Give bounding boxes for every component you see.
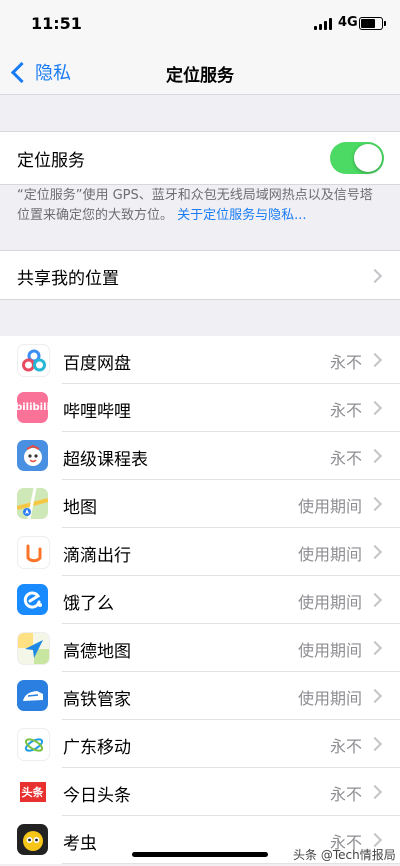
china-mobile-icon xyxy=(17,728,50,761)
list-item[interactable]: 头条 今日头条 永不 xyxy=(0,768,400,816)
app-location-status: 永不 xyxy=(329,449,362,468)
watermark: 头条 @Tech情报局 xyxy=(293,848,396,862)
app-name: 考虫 xyxy=(63,834,97,854)
app-location-status: 永不 xyxy=(329,353,362,372)
app-location-status: 使用期间 xyxy=(297,497,362,516)
app-location-status: 使用期间 xyxy=(297,641,362,660)
toutiao-logo-text: 头条 xyxy=(19,781,46,802)
app-location-status: 使用期间 xyxy=(297,689,362,708)
amap-icon xyxy=(17,632,50,665)
app-name: 高德地图 xyxy=(63,642,131,662)
status-time: 11:51 xyxy=(31,14,82,33)
maps-icon xyxy=(17,488,48,519)
chevron-right-icon xyxy=(367,448,383,464)
app-name: 今日头条 xyxy=(63,786,131,806)
chevron-right-icon xyxy=(367,784,383,800)
about-location-privacy-link[interactable]: 关于定位服务与隐私... xyxy=(177,208,306,223)
page-title: 定位服务 xyxy=(166,66,234,86)
toutiao-icon: 头条 xyxy=(17,776,48,807)
toggle-knob xyxy=(354,144,382,172)
chevron-right-icon xyxy=(367,268,383,284)
chevron-right-icon xyxy=(367,832,383,848)
app-name: 饿了么 xyxy=(63,594,114,614)
list-item[interactable]: bilibili 哔哩哔哩 永不 xyxy=(0,384,400,432)
list-item[interactable]: 饿了么 使用期间 xyxy=(0,576,400,624)
app-list: 百度网盘 永不 bilibili 哔哩哔哩 永不 超级课程表 永不 xyxy=(0,336,400,864)
app-name: 高铁管家 xyxy=(63,690,131,710)
home-indicator[interactable] xyxy=(132,852,268,857)
cellular-signal-icon xyxy=(314,18,334,30)
navigation-bar: 隐私 定位服务 xyxy=(0,50,400,95)
bilibili-logo-text: bilibili xyxy=(17,402,48,413)
chevron-right-icon xyxy=(367,496,383,512)
list-item[interactable]: 百度网盘 永不 xyxy=(0,336,400,384)
list-item[interactable]: 高铁管家 使用期间 xyxy=(0,672,400,720)
list-item[interactable]: 滴滴出行 使用期间 xyxy=(0,528,400,576)
app-location-status: 使用期间 xyxy=(297,545,362,564)
status-bar: 11:51 4G xyxy=(0,0,400,50)
app-location-status: 永不 xyxy=(329,737,362,756)
bilibili-icon: bilibili xyxy=(17,392,48,423)
list-item[interactable]: 广东移动 永不 xyxy=(0,720,400,768)
didi-icon xyxy=(17,536,50,569)
chevron-right-icon xyxy=(367,544,383,560)
baidu-netdisk-icon xyxy=(17,344,50,377)
location-services-toggle[interactable] xyxy=(330,142,384,174)
app-name: 百度网盘 xyxy=(63,354,131,374)
battery-tip xyxy=(384,21,386,26)
kaochong-icon xyxy=(17,824,48,855)
network-type: 4G xyxy=(338,15,358,30)
app-name: 广东移动 xyxy=(63,738,131,758)
gaotie-icon xyxy=(17,680,48,711)
super-schedule-icon xyxy=(17,440,48,471)
eleme-icon xyxy=(17,584,48,615)
app-location-status: 使用期间 xyxy=(297,593,362,612)
list-item[interactable]: 超级课程表 永不 xyxy=(0,432,400,480)
share-location-cell[interactable]: 共享我的位置 xyxy=(0,250,400,300)
chevron-right-icon xyxy=(367,736,383,752)
chevron-right-icon xyxy=(367,688,383,704)
app-name: 超级课程表 xyxy=(63,450,148,470)
location-services-footer: “定位服务”使用 GPS、蓝牙和众包无线局域网热点以及信号塔位置来确定您的大致方… xyxy=(17,186,377,226)
app-name: 地图 xyxy=(63,498,97,518)
chevron-right-icon xyxy=(367,400,383,416)
location-services-cell: 定位服务 xyxy=(0,131,400,185)
app-name: 滴滴出行 xyxy=(63,546,131,566)
location-services-label: 定位服务 xyxy=(17,151,85,171)
app-location-status: 永不 xyxy=(329,401,362,420)
battery-icon xyxy=(359,17,383,30)
list-item[interactable]: 高德地图 使用期间 xyxy=(0,624,400,672)
chevron-right-icon xyxy=(367,352,383,368)
chevron-right-icon xyxy=(367,592,383,608)
app-name: 哔哩哔哩 xyxy=(63,402,131,422)
share-location-label: 共享我的位置 xyxy=(17,269,119,289)
list-item[interactable]: 地图 使用期间 xyxy=(0,480,400,528)
chevron-right-icon xyxy=(367,640,383,656)
app-location-status: 永不 xyxy=(329,785,362,804)
